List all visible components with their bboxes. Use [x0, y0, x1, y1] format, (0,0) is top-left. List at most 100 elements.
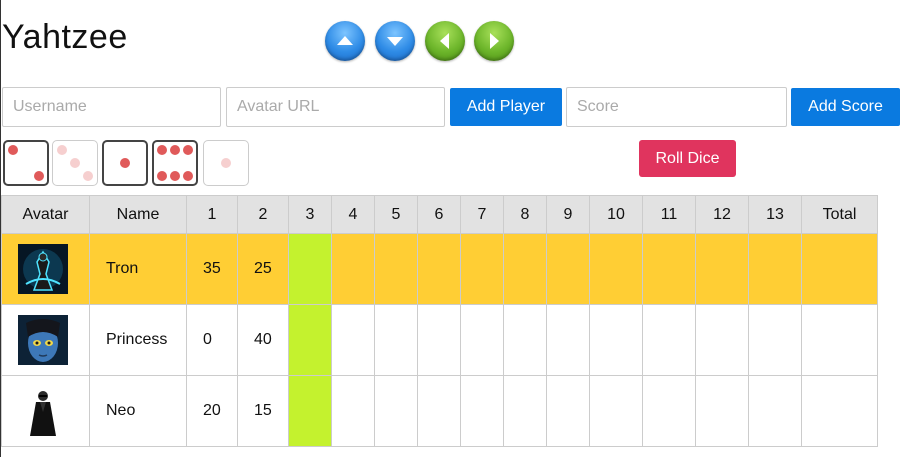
die-2[interactable] — [52, 140, 98, 186]
left-arrow-icon — [440, 33, 449, 49]
score-cell-5[interactable] — [374, 304, 418, 376]
score-cell-1[interactable]: 20 — [186, 375, 238, 447]
die-5[interactable] — [203, 140, 249, 186]
die-pip — [157, 171, 167, 181]
column-header-11: 11 — [642, 195, 696, 234]
table-row[interactable]: Tron 35 25 — [1, 233, 878, 305]
column-header-total: Total — [801, 195, 878, 234]
score-cell-9[interactable] — [546, 304, 590, 376]
die-3[interactable] — [102, 140, 148, 186]
column-header-4: 4 — [331, 195, 375, 234]
column-header-1: 1 — [186, 195, 238, 234]
score-cell-4[interactable] — [331, 233, 375, 305]
score-cell-3[interactable] — [288, 304, 332, 376]
score-cell-7[interactable] — [460, 304, 504, 376]
die-pip — [183, 145, 193, 155]
roll-dice-button[interactable]: Roll Dice — [639, 140, 736, 177]
die-4[interactable] — [152, 140, 198, 186]
username-input[interactable] — [2, 87, 221, 127]
up-arrow-button[interactable] — [325, 21, 365, 61]
score-cell-6[interactable] — [417, 304, 461, 376]
score-cell-4[interactable] — [331, 375, 375, 447]
score-cell-7[interactable] — [460, 233, 504, 305]
score-cell-5[interactable] — [374, 233, 418, 305]
player-name: Neo — [89, 375, 187, 447]
score-cell-3[interactable] — [288, 233, 332, 305]
die-pip — [183, 171, 193, 181]
die-pip — [34, 171, 44, 181]
score-cell-9[interactable] — [546, 375, 590, 447]
down-arrow-button[interactable] — [375, 21, 415, 61]
up-arrow-icon — [337, 36, 353, 45]
score-input[interactable] — [566, 87, 787, 127]
die-1[interactable] — [3, 140, 49, 186]
score-cell-4[interactable] — [331, 304, 375, 376]
score-cell-5[interactable] — [374, 375, 418, 447]
column-header-2: 2 — [237, 195, 289, 234]
score-cell-11[interactable] — [642, 304, 696, 376]
score-cell-2[interactable]: 25 — [237, 233, 289, 305]
die-pip — [221, 158, 231, 168]
total-cell — [801, 304, 878, 376]
die-pip — [157, 145, 167, 155]
down-arrow-icon — [387, 37, 403, 46]
die-pip — [8, 145, 18, 155]
score-cell-6[interactable] — [417, 375, 461, 447]
add-score-button[interactable]: Add Score — [791, 88, 900, 126]
die-pip — [170, 145, 180, 155]
column-header-6: 6 — [417, 195, 461, 234]
score-cell-6[interactable] — [417, 233, 461, 305]
score-cell-12[interactable] — [695, 233, 749, 305]
avatar-url-input[interactable] — [226, 87, 445, 127]
score-cell-1[interactable]: 35 — [186, 233, 238, 305]
column-header-5: 5 — [374, 195, 418, 234]
score-cell-13[interactable] — [748, 233, 802, 305]
score-cell-9[interactable] — [546, 233, 590, 305]
score-cell-10[interactable] — [589, 233, 643, 305]
column-header-avatar: Avatar — [1, 195, 90, 234]
die-pip — [70, 158, 80, 168]
neo-avatar — [18, 386, 89, 436]
avatar-cell — [1, 375, 90, 447]
score-cell-11[interactable] — [642, 233, 696, 305]
total-cell — [801, 375, 878, 447]
total-cell — [801, 233, 878, 305]
tron-avatar — [18, 244, 89, 294]
column-header-8: 8 — [503, 195, 547, 234]
score-cell-7[interactable] — [460, 375, 504, 447]
page-title: Yahtzee — [2, 18, 128, 56]
score-cell-13[interactable] — [748, 375, 802, 447]
die-pip — [83, 171, 93, 181]
score-cell-13[interactable] — [748, 304, 802, 376]
die-pip — [170, 171, 180, 181]
player-name: Tron — [89, 233, 187, 305]
player-name: Princess — [89, 304, 187, 376]
avatar-cell — [1, 233, 90, 305]
right-arrow-button[interactable] — [474, 21, 514, 61]
column-header-13: 13 — [748, 195, 802, 234]
column-header-10: 10 — [589, 195, 643, 234]
column-header-7: 7 — [460, 195, 504, 234]
score-cell-8[interactable] — [503, 304, 547, 376]
add-player-button[interactable]: Add Player — [450, 88, 562, 126]
score-cell-8[interactable] — [503, 375, 547, 447]
score-cell-11[interactable] — [642, 375, 696, 447]
score-cell-2[interactable]: 40 — [237, 304, 289, 376]
die-pip — [120, 158, 130, 168]
score-cell-12[interactable] — [695, 304, 749, 376]
table-row[interactable]: Neo 20 15 — [1, 375, 878, 447]
score-table: Avatar Name 1 2 3 4 5 6 7 8 9 10 11 12 13 Total Tron 35 2… — [1, 195, 878, 447]
table-row[interactable]: Princess 0 40 — [1, 304, 878, 376]
score-cell-1[interactable]: 0 — [186, 304, 238, 376]
score-cell-8[interactable] — [503, 233, 547, 305]
score-cell-2[interactable]: 15 — [237, 375, 289, 447]
score-cell-3[interactable] — [288, 375, 332, 447]
score-cell-12[interactable] — [695, 375, 749, 447]
avatar-cell — [1, 304, 90, 376]
column-header-3: 3 — [288, 195, 332, 234]
left-arrow-button[interactable] — [425, 21, 465, 61]
score-cell-10[interactable] — [589, 304, 643, 376]
column-header-9: 9 — [546, 195, 590, 234]
score-cell-10[interactable] — [589, 375, 643, 447]
die-pip — [57, 145, 67, 155]
